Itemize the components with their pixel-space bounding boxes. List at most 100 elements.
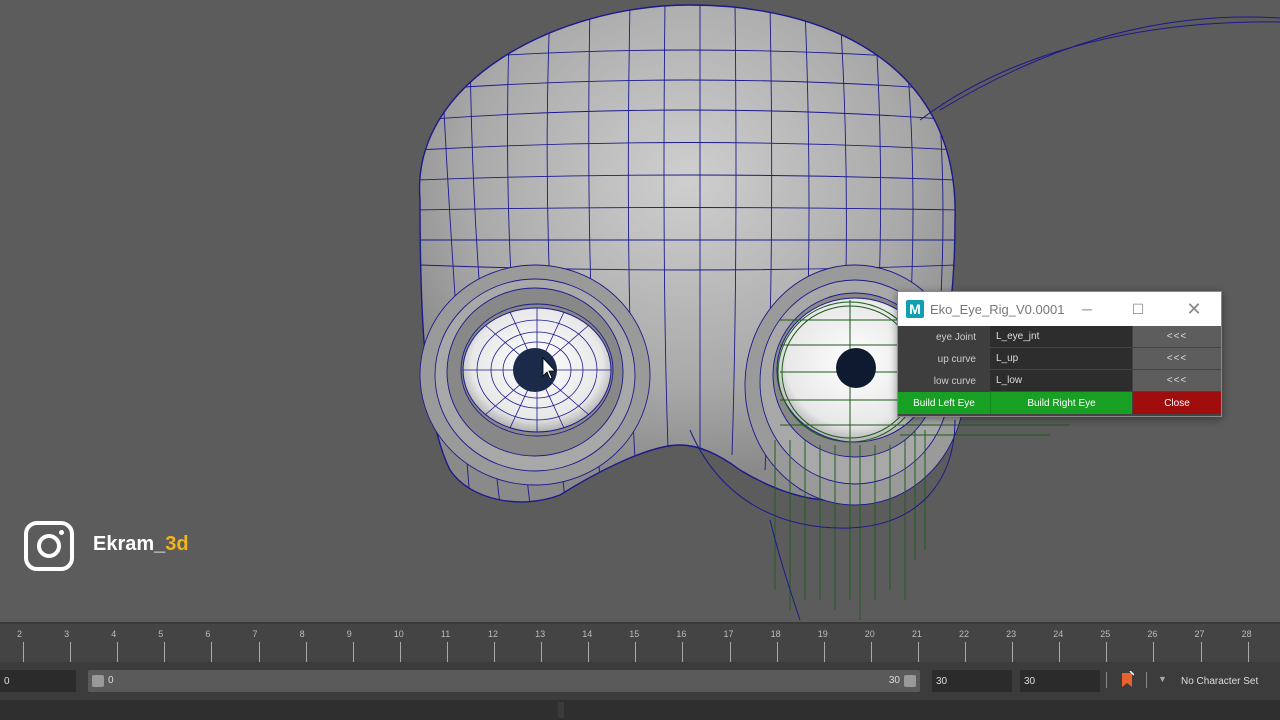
timeline-tick-label: 7: [252, 629, 258, 639]
timeline-tick-label: 14: [582, 629, 593, 639]
timeline-tick-label: 25: [1100, 629, 1111, 639]
timeline-tick-mark: [870, 642, 872, 662]
low-curve-row: low curve L_low <<<: [898, 370, 1221, 392]
timeline-tick-mark: [729, 642, 731, 662]
maya-viewport[interactable]: Ekram_3d M Eko_Eye_Rig_V0.0001 ─ ☐ ✕ eye…: [0, 0, 1280, 622]
timeline-tick-label: 5: [158, 629, 164, 639]
maximize-button[interactable]: ☐: [1115, 292, 1161, 326]
timeline-tick-label: 2: [17, 629, 23, 639]
timeline-tick-label: 21: [911, 629, 922, 639]
timeline-tick-mark: [1059, 642, 1061, 662]
timeline-tick-mark: [211, 642, 213, 662]
timeline-tick-mark: [541, 642, 543, 662]
close-window-button[interactable]: ✕: [1171, 292, 1217, 326]
range-slider-bar: 0 0 30 30 30: [0, 662, 1280, 700]
timeline-tick-mark: [446, 642, 448, 662]
timeline-tick-mark: [258, 642, 260, 662]
range-slider-start-label: 0: [108, 675, 114, 686]
timeline-tick-label: 11: [440, 629, 451, 639]
timeline-tick-label: 6: [205, 629, 211, 639]
maya-logo-icon: M: [906, 300, 924, 318]
timeline-tick-mark: [635, 642, 637, 662]
timeline-tick-label: 8: [299, 629, 305, 639]
timeline-tick-mark: [164, 642, 166, 662]
watermark-name-accent: 3d: [165, 533, 189, 555]
timeline-tick-mark: [1106, 642, 1108, 662]
timeline-tick-mark: [494, 642, 495, 662]
timeline-tick-label: 13: [535, 629, 546, 639]
timeline-tick-label: 22: [959, 629, 970, 639]
timeline-tick-mark: [352, 642, 354, 662]
low-curve-label: low curve: [898, 370, 990, 392]
animation-end-field[interactable]: 30: [1020, 670, 1100, 692]
timeline-tick-label: 17: [723, 629, 734, 639]
instagram-icon: [24, 521, 74, 571]
up-curve-row: up curve L_up <<<: [898, 348, 1221, 370]
watermark-name: Ekram_3d: [93, 533, 189, 555]
toolbar-separator-2: [1146, 672, 1147, 688]
timeline-tick-label: 16: [676, 629, 687, 639]
auto-key-icon[interactable]: [1120, 670, 1135, 689]
up-curve-load-button[interactable]: <<<: [1133, 348, 1221, 370]
timeline-tick-label: 27: [1194, 629, 1205, 639]
animation-start-field[interactable]: 0: [0, 670, 76, 692]
chevron-down-icon[interactable]: ▼: [1158, 674, 1167, 684]
eye-joint-label: eye Joint: [898, 326, 990, 348]
command-line-bar: [0, 700, 1280, 720]
timeline-tick-label: 26: [1147, 629, 1158, 639]
build-left-eye-button[interactable]: Build Left Eye: [898, 392, 990, 414]
eye-joint-row: eye Joint L_eye_jnt <<<: [898, 326, 1221, 348]
timeline-tick-mark: [305, 642, 307, 662]
range-slider[interactable]: 0 30: [88, 670, 920, 692]
dialog-title: Eko_Eye_Rig_V0.0001: [930, 301, 1065, 317]
instagram-dot-icon: [59, 530, 64, 535]
timeline-tick-label: 10: [393, 629, 404, 639]
timeline-tick-label: 19: [817, 629, 828, 639]
minimize-button[interactable]: ─: [1064, 292, 1110, 326]
timeline-tick-label: 18: [770, 629, 781, 639]
eye-rig-dialog: M Eko_Eye_Rig_V0.0001 ─ ☐ ✕ eye Joint L_…: [897, 291, 1222, 417]
instagram-lens-icon: [37, 534, 61, 558]
timeline-tick-mark: [70, 642, 72, 662]
close-button[interactable]: Close: [1133, 392, 1221, 414]
timeline-tick-label: 15: [629, 629, 640, 639]
low-curve-load-button[interactable]: <<<: [1133, 370, 1221, 392]
timeline-tick-mark: [776, 642, 778, 662]
toolbar-separator: [1106, 672, 1107, 688]
timeline-tick-label: 4: [111, 629, 117, 639]
eye-joint-load-button[interactable]: <<<: [1133, 326, 1221, 348]
timeline-tick-label: 20: [864, 629, 875, 639]
build-right-eye-button[interactable]: Build Right Eye: [990, 392, 1132, 414]
dialog-actions: Build Left Eye Build Right Eye Close: [898, 392, 1221, 414]
timeline-tick-label: 9: [346, 629, 352, 639]
eye-joint-field[interactable]: L_eye_jnt: [990, 326, 1132, 348]
up-curve-field[interactable]: L_up: [990, 348, 1132, 370]
range-slider-end-label: 30: [888, 675, 900, 686]
timeline-tick-label: 23: [1006, 629, 1017, 639]
timeline-tick-mark: [1012, 642, 1014, 662]
timeline-tick-mark: [23, 642, 24, 662]
range-end-handle[interactable]: [904, 675, 916, 687]
timeline-tick-mark: [1200, 642, 1202, 662]
dialog-titlebar[interactable]: M Eko_Eye_Rig_V0.0001 ─ ☐ ✕: [898, 292, 1221, 326]
bar-divider[interactable]: [558, 702, 564, 718]
timeline-tick-mark: [965, 642, 966, 662]
timeline-tick-label: 3: [64, 629, 70, 639]
low-curve-field[interactable]: L_low: [990, 370, 1132, 392]
timeline-tick-mark: [682, 642, 684, 662]
character-set-selector[interactable]: No Character Set: [1174, 672, 1270, 690]
timeline-tick-label: 24: [1053, 629, 1064, 639]
timeline-tick-mark: [1153, 642, 1155, 662]
timeline-tick-mark: [917, 642, 919, 662]
timeline-tick-label: 12: [488, 629, 499, 639]
timeline-tick-mark: [1247, 642, 1249, 662]
playback-end-field[interactable]: 30: [932, 670, 1012, 692]
range-start-handle[interactable]: [92, 675, 104, 687]
timeline-tick-mark: [399, 642, 401, 662]
timeline-tick-mark: [588, 642, 590, 662]
timeline-tick-mark: [823, 642, 825, 662]
timeline-tick-mark: [117, 642, 119, 662]
timeline-tick-label: 28: [1241, 629, 1252, 639]
up-curve-label: up curve: [898, 348, 990, 370]
time-slider[interactable]: 2 3 4 5 6 7 8 9 10 11 12 13 14 15 16 17 18 19 20 21 22 23 24 25…: [0, 622, 1280, 662]
